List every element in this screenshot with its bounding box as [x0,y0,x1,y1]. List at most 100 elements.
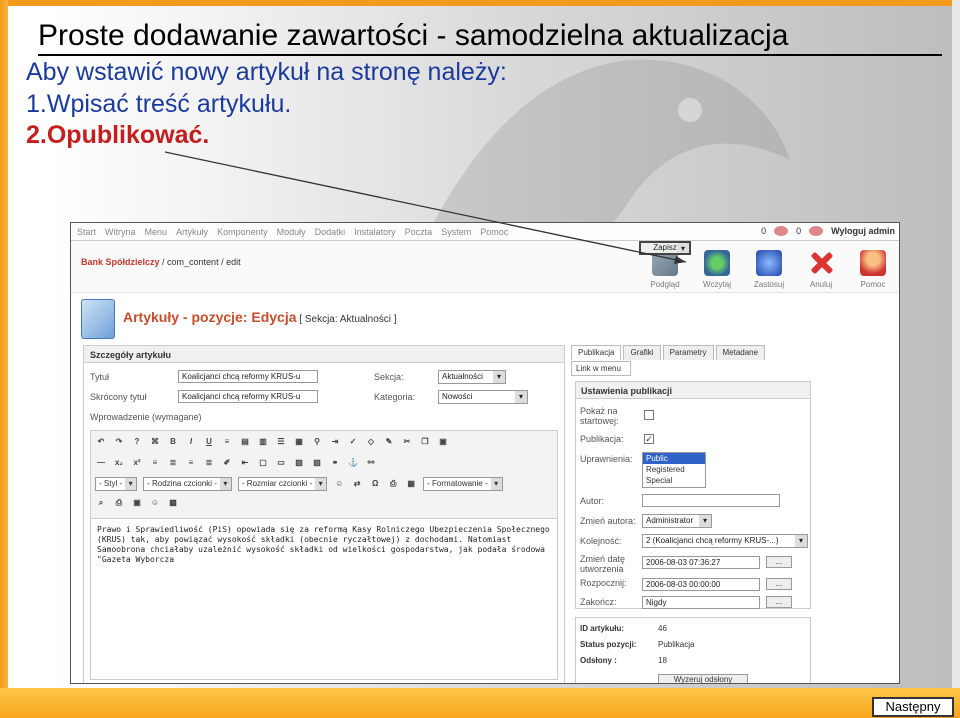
preview-small-icon[interactable]: ⌕ [95,497,107,509]
save-button[interactable]: Zapisz [639,241,691,255]
next-button[interactable]: Następny [872,697,954,717]
find-icon[interactable]: ⚲ [311,436,323,448]
underline-button[interactable]: U [203,436,215,448]
page-title-main: Artykuły - pozycje: [123,309,252,325]
apply-button[interactable]: Zastosuj [743,241,795,293]
numbered-list-icon[interactable]: ☰ [275,436,287,448]
redo-icon[interactable]: ↷ [113,436,125,448]
published-checkbox[interactable]: ✓ [644,434,654,444]
end-date-input[interactable]: Nigdy [642,596,760,609]
fullscreen-icon[interactable]: ▣ [131,497,143,509]
format-select[interactable]: - Formatowanie - [423,477,503,491]
editor-content[interactable]: Prawo i Sprawiedliwość (PiS) opowiada si… [91,519,557,571]
start-label: Rozpocznij: [580,578,627,588]
anchor-icon[interactable]: ⚓ [347,457,359,469]
source-icon[interactable]: ⌘ [149,436,161,448]
menu-item-mail[interactable]: Poczta [405,227,433,237]
link-icon[interactable]: ⚭ [329,457,341,469]
align-justify-icon[interactable]: ≣ [203,457,215,469]
insert-image-icon[interactable]: ▩ [167,497,179,509]
end-date-button[interactable]: ... [766,596,792,608]
cut-icon[interactable]: ✂ [401,436,413,448]
smiley-icon[interactable]: ☺ [149,497,161,509]
menu-item-modules[interactable]: Moduły [277,227,306,237]
paste-word-icon[interactable]: ▥ [257,436,269,448]
paste-icon[interactable]: ▤ [239,436,251,448]
created-date-button[interactable]: ... [766,556,792,568]
replace-icon[interactable]: ⇄ [351,478,363,490]
ordering-select[interactable]: 2 (Koalicjanci chcą reformy KRUS-...) [642,534,808,548]
menu-item-installers[interactable]: Instalatory [354,227,396,237]
tab-metadata[interactable]: Metadane [715,345,766,360]
print-small-icon[interactable]: ⎙ [113,497,125,509]
font-size-select[interactable]: - Rozmiar czcionki - [237,477,328,491]
align-center-icon[interactable]: ≣ [167,457,179,469]
logout-link[interactable]: Wyloguj admin [831,226,895,236]
image-icon[interactable]: ▧ [311,457,323,469]
table-icon[interactable]: ▦ [293,436,305,448]
alias-input[interactable]: Koalicjanci chcą reformy KRUS-u [178,390,318,403]
unlink-icon[interactable]: ⚯ [365,457,377,469]
insert-icon[interactable]: ▢ [257,457,269,469]
table-props-icon[interactable]: ▦ [405,478,417,490]
undo-icon[interactable]: ↶ [95,436,107,448]
menu-item-components[interactable]: Komponenty [217,227,268,237]
access-option-public[interactable]: Public [643,453,705,464]
bold-button[interactable]: B [167,436,179,448]
section-select[interactable]: Aktualności [438,370,506,384]
tab-images[interactable]: Grafiki [623,345,661,360]
created-date-input[interactable]: 2006-08-03 07:36:27 [642,556,760,569]
align-right-icon[interactable]: ≡ [185,457,197,469]
align-left-icon[interactable]: ≡ [149,457,161,469]
spellcheck-icon[interactable]: ✓ [347,436,359,448]
edit-icon[interactable]: ✐ [221,457,233,469]
breadcrumb: Bank Spółdzielczy / com_content / edit [81,257,241,267]
media-icon[interactable]: ▨ [293,457,305,469]
indent-icon[interactable]: ⇥ [329,436,341,448]
created-by-select[interactable]: Administrator [642,514,712,528]
access-option-registered[interactable]: Registered [643,464,705,475]
html-icon[interactable]: ◇ [365,436,377,448]
author-input[interactable] [642,494,780,507]
help-button[interactable]: Pomoc [847,241,899,293]
breadcrumb-site[interactable]: Bank Spółdzielczy [81,257,160,267]
outdent-icon[interactable]: ⇤ [239,457,251,469]
load-button[interactable]: Wczytaj [691,241,743,293]
cleanup-icon[interactable]: ✎ [383,436,395,448]
subscript-icon[interactable]: x₂ [113,457,125,469]
menu-item-menu[interactable]: Menu [145,227,168,237]
layer-icon[interactable]: ▭ [275,457,287,469]
reset-hits-button[interactable]: Wyzeruj odsłony [658,674,748,683]
omega-icon[interactable]: Ω [369,478,381,490]
paste-text-icon[interactable]: ▣ [437,436,449,448]
copy-icon[interactable]: ❐ [419,436,431,448]
cancel-button[interactable]: Anuluj [795,241,847,293]
tab-menu-link[interactable]: Link w menu [571,361,631,376]
access-option-special[interactable]: Special [643,475,705,486]
italic-button[interactable]: I [185,436,197,448]
start-date-input[interactable]: 2006-08-03 00:00:00 [642,578,760,591]
bullet-list-icon[interactable]: ≡ [221,436,233,448]
hr-icon[interactable]: — [95,457,107,469]
section-label: Sekcja: [374,372,404,382]
status-label: Status pozycji: [580,640,637,649]
title-input[interactable]: Koalicjanci chcą reformy KRUS-u [178,370,318,383]
help-circle-icon[interactable]: ? [131,436,143,448]
menu-item-site[interactable]: Witryna [105,227,136,237]
frontpage-checkbox[interactable] [644,410,654,420]
menu-item-articles[interactable]: Artykuły [176,227,208,237]
tab-publish[interactable]: Publikacja [571,345,622,360]
menu-item-help[interactable]: Pomoc [480,227,508,237]
menu-item-addons[interactable]: Dodatki [315,227,346,237]
print-icon[interactable]: ⎙ [387,478,399,490]
superscript-icon[interactable]: x² [131,457,143,469]
font-family-select[interactable]: - Rodzina czcionki - [143,477,232,491]
category-select[interactable]: Nowości [438,390,528,404]
menu-item-start[interactable]: Start [77,227,96,237]
style-select[interactable]: - Styl - [95,477,138,491]
emoticon-icon[interactable]: ☺ [333,478,345,490]
tab-params[interactable]: Parametry [662,345,714,360]
access-list[interactable]: Public Registered Special [642,452,706,488]
start-date-button[interactable]: ... [766,578,792,590]
menu-item-system[interactable]: System [441,227,471,237]
